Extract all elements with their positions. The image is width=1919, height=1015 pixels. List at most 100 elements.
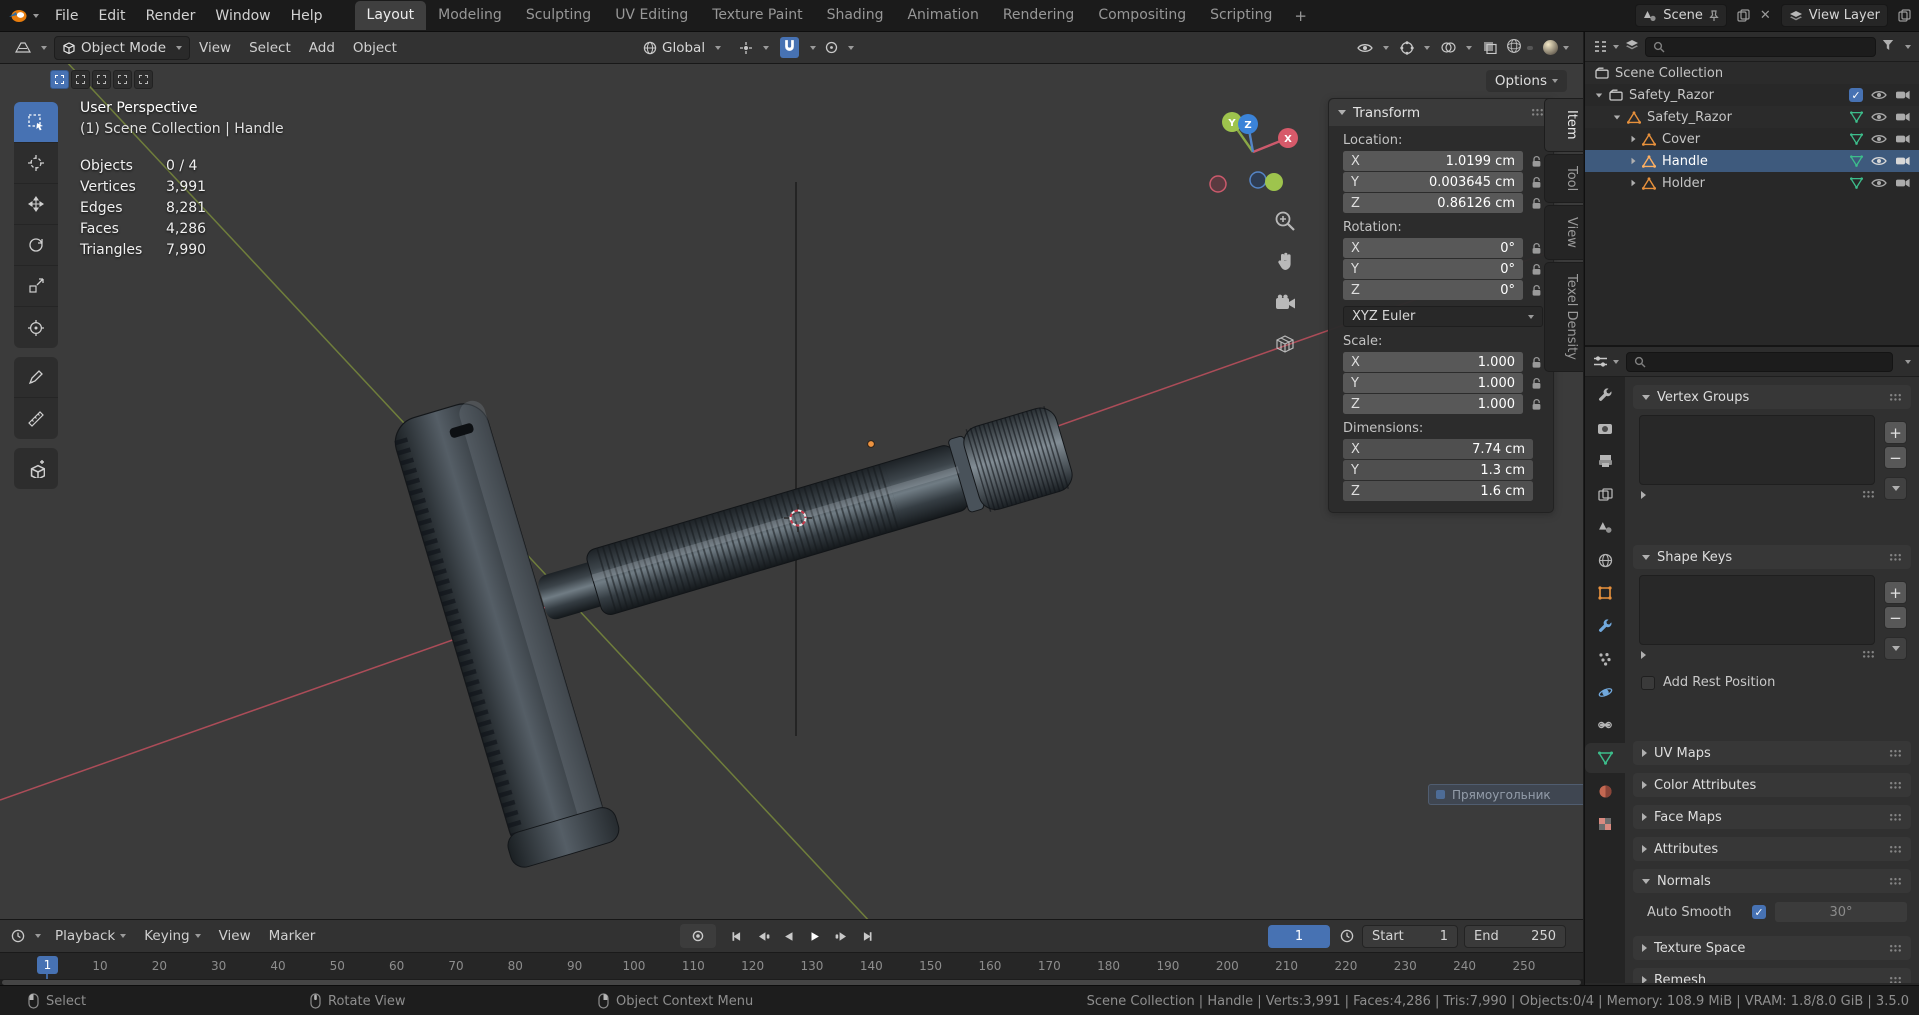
menu-object[interactable]: Object [344,36,406,60]
tool-annotate[interactable] [14,357,58,398]
tool-select-box[interactable] [14,102,58,143]
lock-icon[interactable] [1530,242,1543,255]
collection-checkbox[interactable]: ✓ [1849,88,1863,102]
shading-solid-button[interactable] [1527,45,1533,50]
outliner-row-safety-razor-collection[interactable]: Safety_Razor ✓ [1585,84,1919,106]
select-mode-new-button[interactable] [50,70,69,89]
lock-icon[interactable] [1530,356,1543,369]
tab-scene[interactable] [1585,512,1625,542]
tab-object-data[interactable] [1585,743,1625,773]
tab-render[interactable] [1585,413,1625,443]
pin-icon[interactable] [1709,9,1719,22]
tab-particles[interactable] [1585,644,1625,674]
playback-menu[interactable]: Playback [46,924,135,948]
pivot-point-dropdown[interactable] [732,38,776,58]
sidebar-tab-item[interactable]: Item [1544,98,1583,152]
menu-render[interactable]: Render [136,4,206,28]
workspace-tab-modeling[interactable]: Modeling [426,1,514,30]
remove-shape-key-button[interactable]: − [1884,606,1907,629]
mode-dropdown[interactable]: Object Mode [54,35,191,60]
auto-smooth-angle-field[interactable]: 30° [1775,902,1907,922]
location-y-field[interactable]: Y 0.003645 cm [1343,172,1523,192]
rotation-mode-dropdown[interactable]: XYZ Euler [1343,306,1543,327]
tab-output[interactable] [1585,446,1625,476]
sidebar-tab-view[interactable]: View [1544,204,1583,260]
outliner-filter-icon[interactable] [1882,39,1894,55]
list-resize-grip[interactable] [1862,490,1875,499]
scene-selector[interactable]: Scene [1635,4,1727,27]
panel-vertex-groups[interactable]: Vertex Groups [1633,385,1911,409]
render-camera-icon[interactable] [1895,111,1911,123]
properties-editor-type-button[interactable] [1593,355,1619,368]
vertex-group-specials-button[interactable] [1884,477,1907,500]
hide-eye-icon[interactable] [1871,155,1887,167]
panel-normals[interactable]: Normals [1633,869,1911,893]
panel-uv-maps[interactable]: UV Maps [1633,741,1911,765]
outliner-row-cover[interactable]: Cover [1585,128,1919,150]
tool-rotate[interactable] [14,225,58,266]
navigation-axis-gizmo[interactable]: X Y Z [1188,90,1318,220]
outliner-row-handle[interactable]: Handle [1585,150,1919,172]
razor-model[interactable] [383,395,1076,871]
shading-wireframe-button[interactable] [1506,38,1522,58]
workspace-tab-compositing[interactable]: Compositing [1086,1,1198,30]
dimensions-x-field[interactable]: X 7.74 cm [1343,439,1533,459]
zoom-button[interactable] [1272,208,1298,234]
lock-icon[interactable] [1530,176,1543,189]
tab-constraints[interactable] [1585,710,1625,740]
add-shape-key-button[interactable]: + [1884,581,1907,604]
hide-eye-icon[interactable] [1871,133,1887,145]
rotation-x-field[interactable]: X 0° [1343,238,1523,258]
render-camera-icon[interactable] [1895,89,1911,101]
tab-object[interactable] [1585,578,1625,608]
xray-toggle[interactable] [1481,38,1499,57]
panel-texture-space[interactable]: Texture Space [1633,936,1911,960]
dimensions-y-field[interactable]: Y 1.3 cm [1343,460,1533,480]
menu-select[interactable]: Select [240,36,300,60]
sidebar-tab-tool[interactable]: Tool [1544,153,1583,203]
tab-world[interactable] [1585,545,1625,575]
workspace-tab-uv-editing[interactable]: UV Editing [603,1,700,30]
tool-cursor[interactable] [14,143,58,184]
dimensions-z-field[interactable]: Z 1.6 cm [1343,481,1533,501]
new-scene-icon[interactable] [1737,9,1750,22]
tool-move[interactable] [14,184,58,225]
disclosure-open-icon[interactable] [1613,115,1621,119]
axis-negative-x-ball[interactable] [1209,175,1227,193]
menu-add[interactable]: Add [300,36,344,60]
workspace-tab-sculpting[interactable]: Sculpting [514,1,603,30]
disclosure-open-icon[interactable] [1595,93,1603,97]
tool-scale[interactable] [14,266,58,307]
properties-search-input[interactable] [1626,351,1893,372]
tool-add-cube[interactable] [14,448,58,489]
next-keyframe-button[interactable] [828,924,854,948]
lock-icon[interactable] [1530,377,1543,390]
menu-file[interactable]: File [45,4,88,28]
proportional-editing-toggle[interactable] [822,38,857,57]
scale-x-field[interactable]: X 1.000 [1343,352,1523,372]
tab-physics[interactable] [1585,677,1625,707]
use-preview-range-icon[interactable] [1340,929,1354,947]
lock-icon[interactable] [1530,398,1543,411]
frame-end-field[interactable]: End 250 [1464,924,1566,948]
outliner-options-chevron[interactable] [1905,44,1911,49]
tab-modifiers[interactable] [1585,611,1625,641]
camera-view-button[interactable] [1272,290,1298,316]
outliner-row-scene-collection[interactable]: Scene Collection [1585,62,1919,84]
shading-rendered-button[interactable] [1543,40,1569,55]
render-camera-icon[interactable] [1895,133,1911,145]
editor-type-button[interactable] [8,38,54,58]
outliner-row-safety-razor-object[interactable]: Safety_Razor [1585,106,1919,128]
list-filter-toggle[interactable] [1641,650,1646,659]
add-workspace-button[interactable]: + [1284,7,1317,25]
workspace-tab-layout[interactable]: Layout [354,1,427,30]
timeline-view-menu[interactable]: View [210,924,260,948]
disclosure-closed-icon[interactable] [1631,157,1636,165]
transform-orientation-dropdown[interactable]: Global [636,37,728,59]
view-layer-selector[interactable]: View Layer [1780,4,1888,27]
shape-keys-list[interactable] [1639,575,1875,645]
lock-icon[interactable] [1530,263,1543,276]
lock-icon[interactable] [1530,155,1543,168]
play-button[interactable] [802,924,828,948]
blender-logo-icon[interactable] [8,9,39,23]
